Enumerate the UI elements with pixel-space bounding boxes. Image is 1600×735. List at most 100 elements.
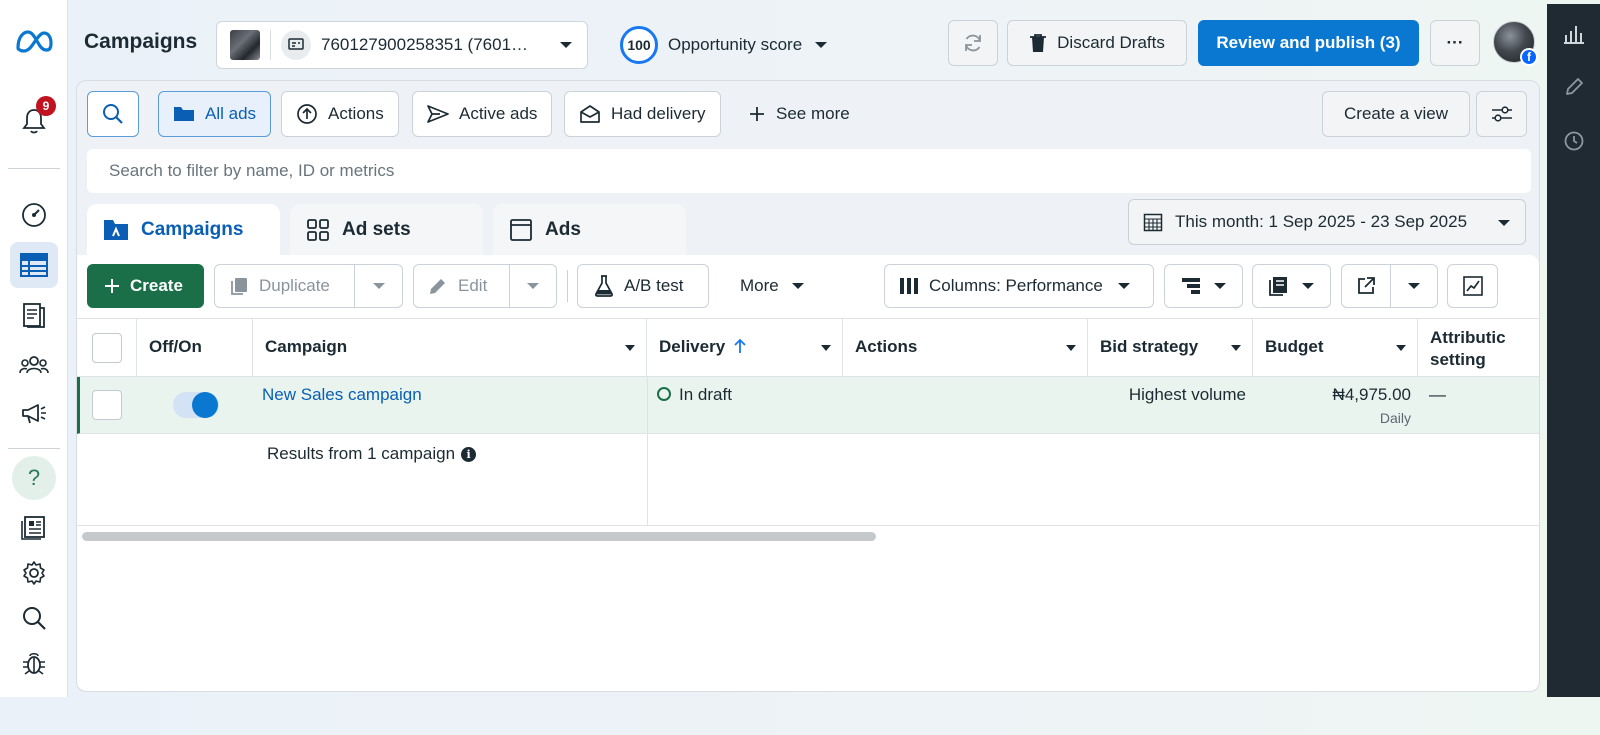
chevron-down-icon — [1301, 283, 1314, 289]
header-attribution[interactable]: Attributic setting — [1418, 319, 1539, 377]
columns-dropdown[interactable]: Columns: Performance — [884, 264, 1154, 308]
tab-ads-label: Ads — [545, 219, 581, 240]
facebook-icon: f — [1520, 48, 1538, 66]
filter-see-more[interactable]: See more — [733, 91, 865, 137]
filter-active-ads-label: Active ads — [459, 104, 538, 123]
toolbar-separator — [567, 270, 568, 302]
filter-had-delivery[interactable]: Had delivery — [564, 91, 721, 137]
export-dropdown[interactable] — [1389, 265, 1438, 307]
export-seg — [1342, 265, 1390, 307]
search-button[interactable] — [87, 91, 139, 137]
more-seg: More — [726, 265, 819, 307]
row-checkbox[interactable] — [92, 390, 122, 420]
chart-bars-icon[interactable] — [1563, 22, 1585, 44]
review-and-publish-button[interactable]: Review and publish (3) — [1198, 20, 1419, 66]
attribution-value: — — [1429, 385, 1446, 404]
tab-ad-sets-label: Ad sets — [342, 219, 411, 240]
charts-button[interactable] — [1447, 264, 1498, 308]
chevron-down-icon — [1498, 220, 1510, 226]
breakdown-icon — [1181, 278, 1200, 294]
nav-campaigns[interactable] — [10, 392, 58, 434]
filter-active-ads[interactable]: Active ads — [412, 91, 553, 137]
nav-reports[interactable] — [10, 506, 58, 548]
header-off-on-label: Off/On — [149, 337, 202, 356]
more-dropdown[interactable]: More — [725, 264, 821, 308]
campaign-toggle[interactable] — [173, 392, 219, 418]
nav-settings[interactable] — [10, 552, 58, 594]
date-range-picker[interactable]: This month: 1 Sep 2025 - 23 Sep 2025 — [1128, 199, 1526, 245]
tab-ad-sets[interactable]: Ad sets — [290, 204, 483, 256]
ab-test-label: A/B test — [624, 276, 684, 295]
nav-report-bug[interactable] — [10, 642, 58, 684]
nav-search[interactable] — [10, 597, 58, 639]
header-actions-label: Actions — [855, 337, 918, 356]
opportunity-score-dropdown[interactable]: 100 Opportunity score — [620, 26, 828, 64]
filter-see-more-label: See more — [776, 104, 850, 123]
pencil-icon[interactable] — [1563, 76, 1585, 98]
select-all-checkbox[interactable] — [92, 333, 122, 363]
avatar[interactable]: f — [1493, 21, 1538, 66]
pencil-icon — [430, 279, 445, 294]
gauge-icon — [22, 203, 46, 227]
more-options-button[interactable]: ··· — [1430, 20, 1480, 66]
meta-logo-icon[interactable] — [14, 28, 54, 54]
edit-button[interactable]: Edit — [413, 264, 557, 308]
create-button[interactable]: Create — [87, 264, 204, 308]
filter-actions[interactable]: Actions — [281, 91, 399, 137]
header-actions[interactable]: Actions — [843, 319, 1088, 377]
create-view-button[interactable]: Create a view — [1322, 91, 1470, 137]
campaign-name-link[interactable]: New Sales campaign — [262, 385, 422, 404]
row-divider — [647, 377, 648, 433]
export-button[interactable] — [1341, 264, 1438, 308]
tab-campaigns[interactable]: Campaigns — [87, 204, 280, 256]
header-bid-strategy[interactable]: Bid strategy — [1088, 319, 1253, 377]
help-button[interactable]: ? — [12, 456, 56, 500]
duplicate-button[interactable]: Duplicate — [214, 264, 403, 308]
filter-all-ads[interactable]: All ads — [158, 91, 272, 137]
duplicate-dropdown[interactable] — [354, 265, 402, 307]
nav-audiences[interactable] — [10, 344, 58, 386]
table-row[interactable]: New Sales campaign In draft Highest volu… — [77, 377, 1539, 434]
horizontal-scrollbar[interactable] — [82, 532, 876, 541]
filter-settings-button[interactable] — [1476, 91, 1527, 137]
create-view-label: Create a view — [1344, 104, 1448, 123]
chevron-down-icon — [372, 283, 385, 289]
chevron-down-icon — [815, 42, 828, 48]
notifications-button[interactable]: 9 — [10, 96, 58, 142]
review-and-publish-label: Review and publish (3) — [1216, 33, 1401, 52]
refresh-button[interactable] — [948, 20, 998, 66]
tab-ads[interactable]: Ads — [493, 204, 686, 256]
history-clock-icon[interactable] — [1563, 130, 1585, 152]
nav-overview[interactable] — [10, 194, 58, 236]
nav-ads-manager[interactable] — [10, 242, 58, 288]
header-budget[interactable]: Budget — [1253, 319, 1418, 377]
edit-seg: Edit — [414, 265, 509, 307]
discard-drafts-button[interactable]: Discard Drafts — [1007, 20, 1187, 66]
people-icon — [19, 356, 49, 374]
header-attribution-line1: Attributic — [1430, 328, 1506, 347]
reports-dropdown[interactable] — [1252, 264, 1331, 308]
calendar-icon — [1143, 213, 1163, 232]
header-campaign[interactable]: Campaign — [253, 319, 647, 377]
plus-icon — [105, 279, 119, 293]
chevron-down-icon — [1117, 283, 1130, 289]
row-campaign: New Sales campaign — [262, 385, 422, 441]
campaign-folder-icon — [104, 220, 128, 240]
arrow-up-circle-icon — [297, 104, 317, 124]
info-icon[interactable]: i — [461, 446, 477, 462]
filter-bar: All ads Actions Active ads Had delivery … — [77, 81, 1539, 137]
nav-pages[interactable] — [10, 294, 58, 336]
account-id: 760127900258351 (7601… — [321, 35, 529, 54]
search-input[interactable] — [87, 149, 1531, 193]
table-icon — [20, 253, 48, 277]
ab-test-button[interactable]: A/B test — [577, 264, 709, 308]
header-off-on[interactable]: Off/On — [137, 319, 253, 377]
header-delivery[interactable]: Delivery — [647, 319, 843, 377]
account-photo — [230, 30, 260, 60]
ad-account-selector[interactable]: 760127900258351 (7601… — [216, 21, 588, 69]
chevron-down-icon — [625, 345, 635, 351]
edit-dropdown[interactable] — [509, 265, 556, 307]
breakdown-dropdown[interactable] — [1164, 264, 1243, 308]
bug-icon — [23, 652, 45, 675]
left-navigation: 9 ? — [0, 0, 68, 697]
